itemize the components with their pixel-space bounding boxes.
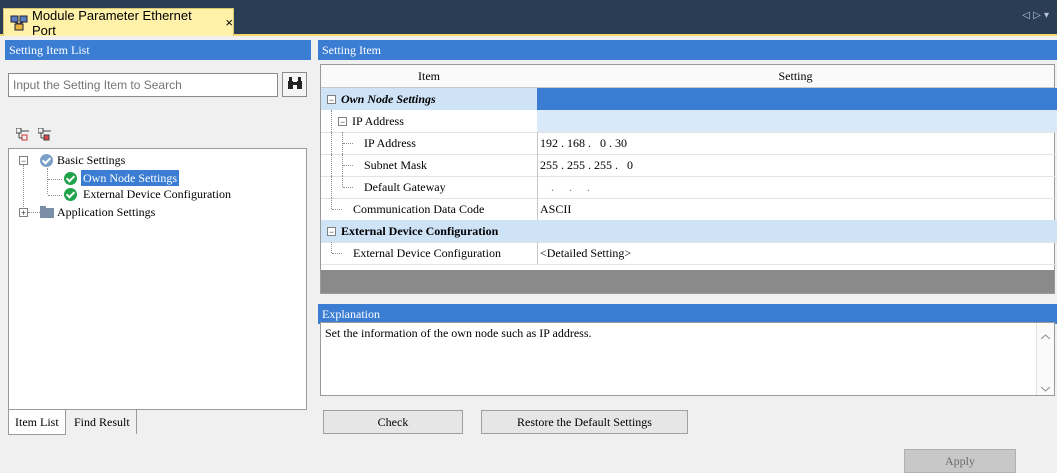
search-input[interactable] bbox=[8, 73, 278, 97]
setting-grid: Item Setting − Own Node Settings − IP Ad… bbox=[320, 64, 1057, 294]
scroll-up-icon[interactable] bbox=[1040, 329, 1051, 344]
close-tab-icon[interactable]: × bbox=[225, 15, 233, 30]
tab-item-list[interactable]: Item List bbox=[8, 410, 66, 435]
tab-scroll-arrows[interactable]: ◁ ▷ ▾ bbox=[1022, 10, 1049, 21]
explanation-scrollbar[interactable] bbox=[1036, 323, 1054, 395]
grid-row-gateway[interactable]: Default Gateway . . . bbox=[321, 176, 1057, 199]
comm-data-code-select[interactable]: ASCII bbox=[537, 198, 1057, 221]
network-module-icon bbox=[10, 15, 28, 31]
grid-value-ext-group bbox=[537, 220, 1057, 243]
collapse-toggle-ext[interactable]: − bbox=[327, 227, 336, 237]
left-panel-tabs: Item List Find Result bbox=[8, 410, 307, 435]
setting-item-list-header: Setting Item List bbox=[5, 40, 311, 60]
check-circle-icon bbox=[64, 188, 77, 201]
detailed-setting-link[interactable]: <Detailed Setting> bbox=[537, 242, 1057, 265]
scroll-down-icon[interactable] bbox=[1040, 381, 1051, 396]
grid-label-ip-address: IP Address bbox=[364, 136, 416, 150]
setting-item-tree: − Basic Settings Own Node Settings Exter… bbox=[8, 148, 307, 410]
search-button[interactable] bbox=[282, 72, 307, 97]
restore-defaults-button[interactable]: Restore the Default Settings bbox=[481, 410, 688, 434]
grid-value-own-node bbox=[537, 88, 1057, 111]
expand-toggle-application[interactable]: + bbox=[19, 208, 28, 218]
tree-item-application-settings[interactable]: Application Settings bbox=[57, 204, 155, 220]
apply-button[interactable]: Apply bbox=[904, 449, 1016, 473]
column-header-setting: Setting bbox=[537, 65, 1054, 88]
grid-row-own-node[interactable]: − Own Node Settings bbox=[321, 88, 1057, 111]
setting-item-header: Setting Item bbox=[318, 40, 1057, 60]
collapse-all-icon[interactable] bbox=[37, 127, 52, 146]
search-binoculars-icon bbox=[287, 76, 303, 94]
check-circle-icon bbox=[64, 172, 77, 185]
grid-label-own-node: Own Node Settings bbox=[341, 92, 436, 106]
grid-label-ext-item: External Device Configuration bbox=[353, 246, 501, 260]
grid-row-ip-address[interactable]: IP Address 192 . 168 . 0 . 30 bbox=[321, 132, 1057, 155]
grid-label-gateway: Default Gateway bbox=[364, 180, 446, 194]
check-button[interactable]: Check bbox=[323, 410, 463, 434]
default-gateway-field[interactable]: . . . bbox=[537, 176, 1057, 199]
grid-row-comm-code[interactable]: Communication Data Code ASCII bbox=[321, 198, 1057, 221]
ip-address-field[interactable]: 192 . 168 . 0 . 30 bbox=[537, 132, 1057, 155]
explanation-text: Set the information of the own node such… bbox=[325, 326, 592, 340]
grid-label-subnet: Subnet Mask bbox=[364, 158, 427, 172]
grid-label-comm-code: Communication Data Code bbox=[353, 202, 485, 216]
tab-module-parameter[interactable]: Module Parameter Ethernet Port × bbox=[3, 7, 234, 38]
explanation-header: Explanation bbox=[318, 304, 1057, 324]
folder-check-icon bbox=[40, 154, 53, 167]
tree-item-basic-settings[interactable]: Basic Settings bbox=[57, 152, 125, 168]
grid-label-ip-group: IP Address bbox=[352, 114, 404, 128]
tree-item-own-node-settings[interactable]: Own Node Settings bbox=[81, 170, 179, 186]
grid-label-ext-group: External Device Configuration bbox=[341, 224, 499, 238]
explanation-box: Set the information of the own node such… bbox=[320, 322, 1055, 396]
grid-empty-area bbox=[321, 270, 1054, 293]
grid-row-ext-group[interactable]: − External Device Configuration bbox=[321, 220, 1057, 243]
grid-row-ip-group[interactable]: − IP Address bbox=[321, 110, 1057, 133]
column-header-item: Item bbox=[321, 65, 538, 88]
grid-row-ext-item[interactable]: External Device Configuration <Detailed … bbox=[321, 242, 1057, 265]
collapse-toggle-ip[interactable]: − bbox=[338, 117, 347, 127]
expand-all-icon[interactable] bbox=[15, 127, 30, 146]
grid-row-subnet[interactable]: Subnet Mask 255 . 255 . 255 . 0 bbox=[321, 154, 1057, 177]
collapse-toggle-basic[interactable]: − bbox=[19, 156, 28, 166]
tab-find-result[interactable]: Find Result bbox=[68, 410, 137, 434]
folder-icon bbox=[40, 206, 54, 222]
grid-value-ip-group bbox=[537, 110, 1057, 133]
tree-item-external-device[interactable]: External Device Configuration bbox=[83, 186, 231, 202]
tab-title: Module Parameter Ethernet Port bbox=[32, 7, 192, 38]
subnet-mask-field[interactable]: 255 . 255 . 255 . 0 bbox=[537, 154, 1057, 177]
tree-toolbar bbox=[15, 127, 76, 146]
collapse-toggle-own-node[interactable]: − bbox=[327, 95, 336, 105]
